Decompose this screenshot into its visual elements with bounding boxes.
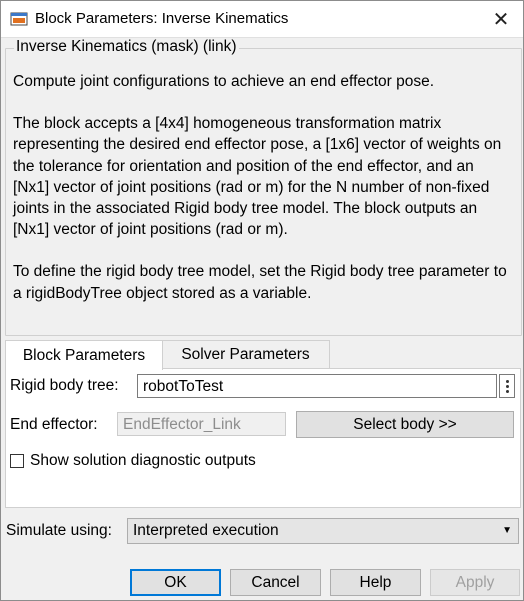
mask-description-group: Inverse Kinematics (mask) (link) Compute… <box>5 38 522 336</box>
tab-solver-parameters[interactable]: Solver Parameters <box>161 340 330 369</box>
end-effector-label: End effector: <box>10 416 98 433</box>
block-parameters-panel: Rigid body tree: robotToTest End effecto… <box>5 368 521 508</box>
kebab-dot-icon <box>505 389 509 393</box>
cancel-button[interactable]: Cancel <box>230 569 321 596</box>
title-bar[interactable]: Block Parameters: Inverse Kinematics ✕ <box>1 1 523 38</box>
tab-block-parameters[interactable]: Block Parameters <box>5 340 163 370</box>
mask-legend: Inverse Kinematics (mask) (link) <box>14 38 239 56</box>
apply-button: Apply <box>430 569 520 596</box>
rigid-body-tree-input[interactable]: robotToTest <box>137 374 497 398</box>
dialog-window: Block Parameters: Inverse Kinematics ✕ I… <box>0 0 524 601</box>
window-title: Block Parameters: Inverse Kinematics <box>35 10 289 27</box>
kebab-dot-icon <box>505 384 509 388</box>
chevron-down-icon: ▼ <box>502 525 512 536</box>
mask-description: Compute joint configurations to achieve … <box>13 71 513 325</box>
show-diagnostics-checkbox[interactable] <box>10 454 24 468</box>
show-diagnostics-label: Show solution diagnostic outputs <box>30 452 256 469</box>
matlab-icon <box>10 12 28 26</box>
help-button[interactable]: Help <box>330 569 421 596</box>
simulate-using-label: Simulate using: <box>6 522 112 539</box>
description-paragraph: To define the rigid body tree model, set… <box>13 263 507 302</box>
end-effector-input: EndEffector_Link <box>117 412 286 436</box>
simulate-using-value: Interpreted execution <box>133 522 279 539</box>
description-paragraph: The block accepts a [4x4] homogeneous tr… <box>13 115 502 239</box>
close-button[interactable]: ✕ <box>489 7 513 31</box>
kebab-dot-icon <box>505 379 509 383</box>
close-icon: ✕ <box>492 8 510 31</box>
ok-button[interactable]: OK <box>130 569 221 596</box>
more-options-button[interactable] <box>499 374 515 398</box>
select-body-button[interactable]: Select body >> <box>296 411 514 438</box>
description-paragraph: Compute joint configurations to achieve … <box>13 73 435 90</box>
rigid-body-tree-label: Rigid body tree: <box>10 377 119 394</box>
simulate-using-select[interactable]: Interpreted execution ▼ <box>127 518 519 544</box>
